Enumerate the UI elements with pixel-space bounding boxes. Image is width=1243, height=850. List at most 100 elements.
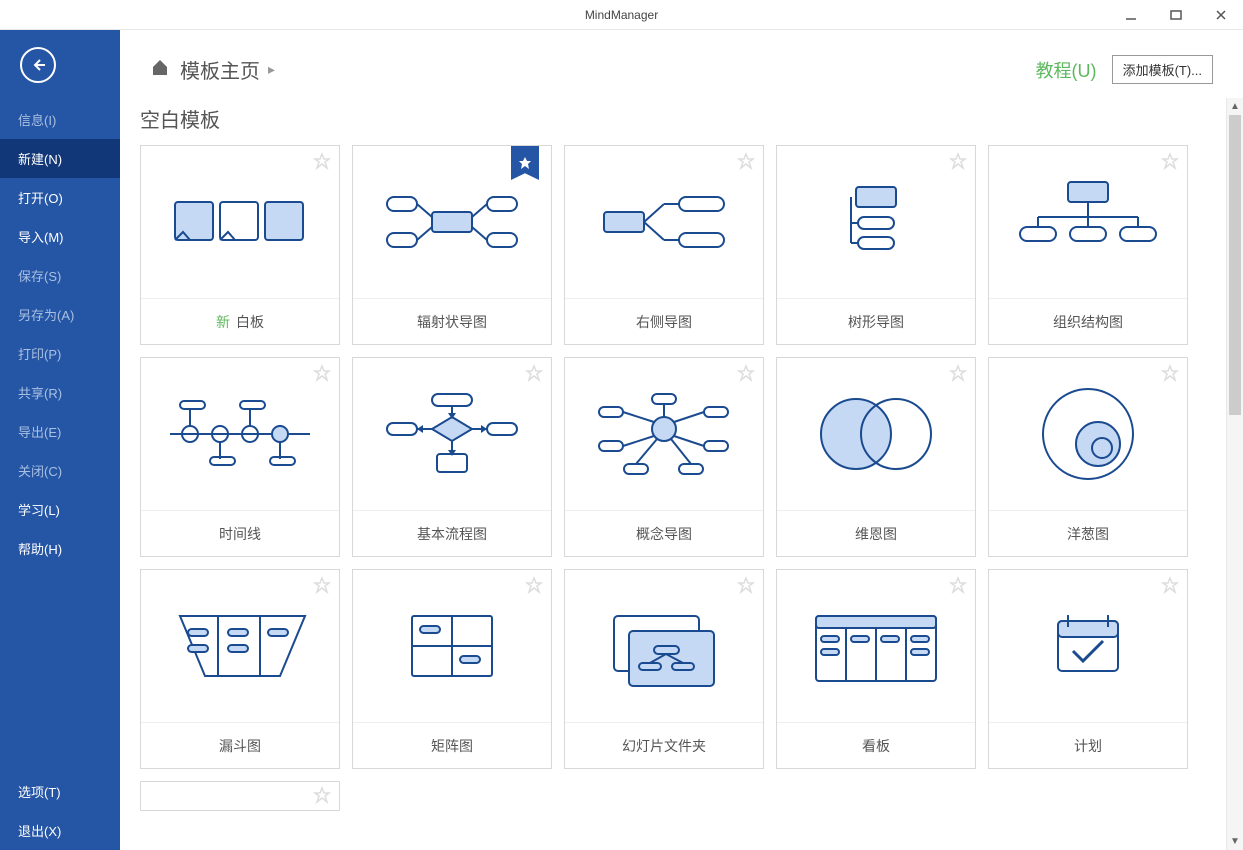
- star-outline-icon[interactable]: [737, 364, 755, 387]
- back-button[interactable]: [0, 30, 120, 100]
- template-label: 白板: [236, 312, 264, 332]
- template-label-row: 漏斗图: [141, 723, 339, 768]
- sidebar-item-saveas[interactable]: 另存为(A): [0, 295, 120, 334]
- minimize-button[interactable]: [1108, 0, 1153, 30]
- template-preview: [565, 358, 763, 511]
- star-outline-icon[interactable]: [525, 576, 543, 599]
- template-card-flowchart[interactable]: 基本流程图: [352, 357, 552, 557]
- template-label: 幻灯片文件夹: [622, 736, 706, 756]
- template-label-row: 幻灯片文件夹: [565, 723, 763, 768]
- scrollbar-up-icon[interactable]: ▲: [1227, 98, 1243, 115]
- template-card-orgchart[interactable]: 组织结构图: [988, 145, 1188, 345]
- template-card-venn[interactable]: 维恩图: [776, 357, 976, 557]
- template-preview: [989, 146, 1187, 299]
- template-preview: [141, 358, 339, 511]
- sidebar-item-options[interactable]: 选项(T): [0, 772, 120, 811]
- star-outline-icon[interactable]: [949, 152, 967, 175]
- template-card-kanban[interactable]: 看板: [776, 569, 976, 769]
- template-label: 组织结构图: [1053, 312, 1123, 332]
- sidebar-item-exit[interactable]: 退出(X): [0, 811, 120, 850]
- breadcrumb-title[interactable]: 模板主页: [180, 55, 260, 84]
- template-card-plan[interactable]: 计划: [988, 569, 1188, 769]
- sidebar-item-info[interactable]: 信息(I): [0, 100, 120, 139]
- tutorial-link[interactable]: 教程(U): [1036, 57, 1097, 83]
- breadcrumb-separator-icon: ▸: [268, 61, 275, 78]
- template-card-slides[interactable]: 幻灯片文件夹: [564, 569, 764, 769]
- add-template-button[interactable]: 添加模板(T)...: [1112, 55, 1213, 84]
- app-title: MindManager: [585, 8, 658, 22]
- star-outline-icon[interactable]: [1161, 364, 1179, 387]
- star-outline-icon[interactable]: [313, 152, 331, 175]
- template-card-funnel[interactable]: 漏斗图: [140, 569, 340, 769]
- sidebar-item-new[interactable]: 新建(N): [0, 139, 120, 178]
- template-preview: [353, 146, 551, 299]
- template-preview: [353, 570, 551, 723]
- template-label: 树形导图: [848, 312, 904, 332]
- content-scroll[interactable]: 空白模板 新白板 辐射状导图 右侧导图 树形导图 组织结构图: [120, 99, 1243, 850]
- template-card-matrix[interactable]: 矩阵图: [352, 569, 552, 769]
- sidebar-item-save[interactable]: 保存(S): [0, 256, 120, 295]
- star-outline-icon[interactable]: [949, 576, 967, 599]
- template-label-row: 矩阵图: [353, 723, 551, 768]
- star-outline-icon[interactable]: [737, 576, 755, 599]
- template-preview: [141, 570, 339, 723]
- template-label: 辐射状导图: [417, 312, 487, 332]
- template-preview: [777, 358, 975, 511]
- template-label: 计划: [1074, 736, 1102, 756]
- star-outline-icon[interactable]: [313, 364, 331, 387]
- template-label-row: 辐射状导图: [353, 299, 551, 344]
- template-card-onion[interactable]: 洋葱图: [988, 357, 1188, 557]
- template-card-whiteboard[interactable]: 新白板: [140, 145, 340, 345]
- new-tag: 新: [216, 312, 230, 332]
- star-outline-icon[interactable]: [949, 364, 967, 387]
- star-outline-icon[interactable]: [1161, 576, 1179, 599]
- template-card-timeline[interactable]: 时间线: [140, 357, 340, 557]
- template-card-partial[interactable]: [140, 781, 340, 811]
- maximize-button[interactable]: [1153, 0, 1198, 30]
- section-title-blank: 空白模板: [140, 104, 1223, 133]
- template-label-row: 右侧导图: [565, 299, 763, 344]
- template-label: 矩阵图: [431, 736, 473, 756]
- template-preview: [565, 570, 763, 723]
- template-label: 维恩图: [855, 524, 897, 544]
- template-label-row: 组织结构图: [989, 299, 1187, 344]
- sidebar-item-help[interactable]: 帮助(H): [0, 529, 120, 568]
- template-card-rightmap[interactable]: 右侧导图: [564, 145, 764, 345]
- header: 模板主页 ▸ 教程(U) 添加模板(T)...: [120, 30, 1243, 99]
- template-preview: [777, 146, 975, 299]
- template-label-row: 看板: [777, 723, 975, 768]
- back-arrow-icon: [20, 47, 56, 83]
- sidebar-item-close[interactable]: 关闭(C): [0, 451, 120, 490]
- template-label-row: 概念导图: [565, 511, 763, 556]
- window-controls: [1108, 0, 1243, 30]
- star-outline-icon[interactable]: [737, 152, 755, 175]
- scrollbar-thumb[interactable]: [1229, 115, 1241, 415]
- template-label-row: 基本流程图: [353, 511, 551, 556]
- template-label-row: 计划: [989, 723, 1187, 768]
- star-outline-icon[interactable]: [1161, 152, 1179, 175]
- scrollbar-down-icon[interactable]: ▼: [1227, 833, 1243, 850]
- template-grid: 新白板 辐射状导图 右侧导图 树形导图 组织结构图 时间线 基本: [140, 145, 1223, 811]
- template-label: 基本流程图: [417, 524, 487, 544]
- template-card-radial[interactable]: 辐射状导图: [352, 145, 552, 345]
- sidebar: 信息(I) 新建(N) 打开(O) 导入(M) 保存(S) 另存为(A) 打印(…: [0, 30, 120, 850]
- template-label-row: 新白板: [141, 299, 339, 344]
- scrollbar[interactable]: ▲ ▼: [1226, 98, 1243, 850]
- sidebar-item-print[interactable]: 打印(P): [0, 334, 120, 373]
- template-card-concept[interactable]: 概念导图: [564, 357, 764, 557]
- home-icon[interactable]: [150, 57, 170, 82]
- star-outline-icon[interactable]: [525, 364, 543, 387]
- template-label: 右侧导图: [636, 312, 692, 332]
- template-preview: [989, 570, 1187, 723]
- sidebar-item-import[interactable]: 导入(M): [0, 217, 120, 256]
- sidebar-item-export[interactable]: 导出(E): [0, 412, 120, 451]
- star-outline-icon[interactable]: [313, 786, 331, 809]
- template-label-row: 时间线: [141, 511, 339, 556]
- star-outline-icon[interactable]: [313, 576, 331, 599]
- sidebar-item-open[interactable]: 打开(O): [0, 178, 120, 217]
- template-label-row: 树形导图: [777, 299, 975, 344]
- sidebar-item-learn[interactable]: 学习(L): [0, 490, 120, 529]
- template-card-tree[interactable]: 树形导图: [776, 145, 976, 345]
- sidebar-item-share[interactable]: 共享(R): [0, 373, 120, 412]
- close-button[interactable]: [1198, 0, 1243, 30]
